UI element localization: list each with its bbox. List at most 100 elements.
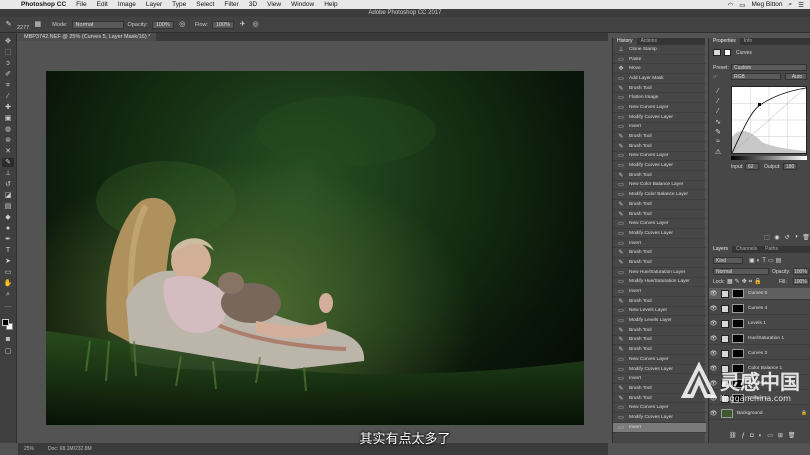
tab-info[interactable]: Info <box>740 38 756 45</box>
brush-tool-icon[interactable]: ✎ <box>2 158 14 167</box>
content-aware-tool-icon[interactable]: ◍ <box>2 125 14 134</box>
tab-properties[interactable]: Properties <box>709 38 740 45</box>
lasso-tool-icon[interactable]: ↄ <box>2 59 14 68</box>
history-item[interactable]: ▭ Invert <box>613 123 706 133</box>
move-tool-icon[interactable]: ✥ <box>2 37 14 46</box>
layer-filter-select[interactable]: Kind <box>713 257 743 264</box>
auto-button[interactable]: Auto <box>785 73 807 80</box>
red-eye-tool-icon[interactable]: ⊚ <box>2 136 14 145</box>
mask-icon[interactable] <box>724 49 731 56</box>
input-value[interactable]: 62 <box>745 163 759 170</box>
history-item[interactable]: ▭ New Curves Layer <box>613 103 706 113</box>
layer-row[interactable]: 👁 Levels 1 <box>709 318 810 330</box>
tab-paths[interactable]: Paths <box>761 246 782 253</box>
history-item[interactable]: ✎ Brush Tool <box>613 84 706 94</box>
more-tools-icon[interactable]: … <box>2 301 14 310</box>
visibility-eye-icon[interactable]: 👁 <box>709 320 718 327</box>
menu-file[interactable]: File <box>71 1 91 8</box>
screen-mode-icon[interactable]: ▢ <box>2 347 14 356</box>
history-item[interactable]: ▭ New Hue/Saturation Layer <box>613 268 706 278</box>
quick-mask-icon[interactable]: ◙ <box>2 335 14 344</box>
menu-filter[interactable]: Filter <box>219 1 243 8</box>
marquee-tool-icon[interactable]: ⬚ <box>2 48 14 57</box>
history-item[interactable]: ✎ Brush Tool <box>613 132 706 142</box>
blend-tool-icon[interactable]: ✕ <box>2 147 14 156</box>
curves-graph[interactable] <box>731 86 807 154</box>
pressure-size-icon[interactable]: ◎ <box>251 20 260 29</box>
list-icon[interactable]: ☰ <box>798 1 804 9</box>
layer-row[interactable]: 👁 Curves 4 <box>709 303 810 315</box>
history-item[interactable]: ▭ New Curves Layer <box>613 219 706 230</box>
photo-canvas[interactable] <box>46 71 584 425</box>
output-value[interactable]: 180 <box>783 163 797 170</box>
tab-layers[interactable]: Layers <box>709 246 733 253</box>
flow-input[interactable]: 100% <box>211 20 235 29</box>
menu-select[interactable]: Select <box>191 1 219 8</box>
curve-edit-icon[interactable]: ∿ <box>713 118 723 127</box>
brush-preset-icon[interactable]: ✎ <box>4 20 13 29</box>
search-icon[interactable]: ⌕ <box>789 1 793 9</box>
layer-mask-thumbnail[interactable] <box>732 319 744 328</box>
visibility-eye-icon[interactable]: 👁 <box>709 290 718 297</box>
layer-row[interactable]: 👁 Curves 5 <box>709 288 810 300</box>
channel-select[interactable]: RGB <box>731 73 781 80</box>
menu-layer[interactable]: Layer <box>141 1 167 8</box>
layer-mask-thumbnail[interactable] <box>732 334 744 343</box>
wifi-icon[interactable]: ◠ <box>728 1 734 9</box>
path-select-tool-icon[interactable]: ➤ <box>2 257 14 266</box>
menu-view[interactable]: View <box>262 1 286 8</box>
white-point-eyedropper-icon[interactable]: ⁄ <box>713 108 723 117</box>
channel-target-icon[interactable]: ☞ <box>713 74 717 80</box>
history-item[interactable]: ▭ Modify Color Balance Layer <box>613 190 706 200</box>
tab-channels[interactable]: Channels <box>732 246 761 253</box>
layer-opacity-input[interactable]: 100% <box>793 268 809 275</box>
history-item[interactable]: ▭ Invert <box>613 287 706 297</box>
menu-3d[interactable]: 3D <box>244 1 262 8</box>
history-item[interactable]: ▭ Modify Curves Layer <box>613 161 706 171</box>
visibility-icon[interactable]: ◐ <box>793 234 801 242</box>
eyedropper-tool-icon[interactable]: ⁄ <box>2 92 14 101</box>
brush-size-value[interactable]: 2277 <box>17 25 29 31</box>
dodge-tool-icon[interactable]: ● <box>2 224 14 233</box>
lock-icons[interactable]: ▦✎✥⌗🔒 <box>727 278 764 286</box>
history-item[interactable]: ▭ New Curves Layer <box>613 152 706 162</box>
menu-type[interactable]: Type <box>167 1 191 8</box>
fill-input[interactable]: 100% <box>793 278 809 285</box>
history-item[interactable]: ▭ Modify Curves Layer <box>613 229 706 239</box>
blend-mode-select[interactable]: Normal <box>713 268 769 275</box>
crop-tool-icon[interactable]: ⌗ <box>2 81 14 90</box>
tab-history[interactable]: History <box>613 38 637 45</box>
gray-point-eyedropper-icon[interactable]: ⁄ <box>713 98 723 107</box>
battery-icon[interactable]: ▭ <box>739 1 745 9</box>
history-item[interactable]: ▭ New Levels Layer <box>613 307 706 317</box>
user-name[interactable]: Meg Bitton <box>751 1 782 8</box>
patch-tool-icon[interactable]: ▣ <box>2 114 14 123</box>
clip-to-layer-icon[interactable]: ⬚ <box>763 234 771 242</box>
history-item[interactable]: ▭ Add Layer Mask <box>613 74 706 84</box>
view-previous-icon[interactable]: ◉ <box>773 234 781 242</box>
menu-image[interactable]: Image <box>113 1 141 8</box>
preset-select[interactable]: Custom <box>731 64 807 71</box>
menu-window[interactable]: Window <box>286 1 319 8</box>
canvas-area[interactable] <box>18 41 608 443</box>
curve-control-point[interactable] <box>758 103 761 106</box>
zoom-tool-icon[interactable]: ⌕ <box>2 290 14 299</box>
menu-help[interactable]: Help <box>319 1 342 8</box>
reset-icon[interactable]: ↺ <box>783 234 791 242</box>
history-item[interactable]: ⊥ Clone Stamp <box>613 45 706 55</box>
history-brush-tool-icon[interactable]: ↺ <box>2 180 14 189</box>
layer-thumbnail[interactable] <box>721 319 729 328</box>
healing-tool-icon[interactable]: ✚ <box>2 103 14 112</box>
tab-actions[interactable]: Actions <box>637 38 661 45</box>
clipping-warning-icon[interactable]: ⚠ <box>713 148 723 157</box>
history-item[interactable]: ✎ Brush Tool <box>613 258 706 268</box>
type-tool-icon[interactable]: T <box>2 246 14 255</box>
history-item[interactable]: ✎ Brush Tool <box>613 345 706 355</box>
history-item[interactable]: ▭ New Color Balance Layer <box>613 181 706 191</box>
airbrush-icon[interactable]: ✈ <box>238 20 247 29</box>
gradient-tool-icon[interactable]: ▤ <box>2 202 14 211</box>
layer-thumbnail[interactable] <box>721 289 729 298</box>
history-item[interactable]: ▭ Modify Levels Layer <box>613 316 706 326</box>
foreground-color-swatch[interactable] <box>2 319 9 326</box>
pencil-curve-icon[interactable]: ✎ <box>713 128 723 137</box>
